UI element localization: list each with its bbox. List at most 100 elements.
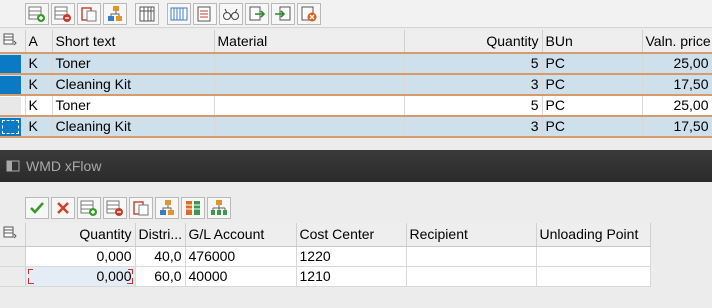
cell-price[interactable]: 17,50 — [642, 74, 712, 96]
export-icon — [249, 6, 266, 20]
table-row[interactable]: K Cleaning Kit 3 PC 17,50 — [0, 74, 712, 96]
append-row-button[interactable] — [25, 2, 49, 25]
cell-short-text[interactable]: Toner — [52, 53, 215, 75]
copy-row-button[interactable] — [77, 2, 101, 25]
table-row[interactable]: K Cleaning Kit 3 PC 17,50 — [0, 116, 712, 138]
cell-price[interactable]: 17,50 — [642, 116, 712, 138]
layout-menu-button[interactable] — [0, 223, 26, 247]
cell-a[interactable]: K — [25, 116, 53, 138]
row-selector[interactable] — [0, 95, 26, 117]
cell-quantity[interactable]: 3 — [404, 74, 543, 96]
distribute-button[interactable] — [207, 197, 231, 219]
col-header-material[interactable]: Material — [214, 30, 405, 54]
append-row-button[interactable] — [77, 197, 101, 219]
account-table: Quantity Distri... G/L Account Cost Cent… — [0, 223, 651, 287]
cell-quantity-focused[interactable]: 0,000 — [25, 266, 136, 287]
copy-row-icon — [133, 201, 149, 216]
row-selector[interactable] — [0, 116, 26, 138]
insert-tree-button[interactable] — [155, 197, 179, 219]
confirm-button[interactable] — [25, 197, 49, 219]
cell-bun[interactable]: PC — [542, 95, 643, 117]
section-bar[interactable]: WMD xFlow — [0, 150, 712, 182]
cell-distribution[interactable]: 60,0 — [135, 266, 186, 287]
cell-short-text[interactable]: Cleaning Kit — [52, 74, 215, 96]
table-row[interactable]: 0,000 40,0 476000 1220 — [0, 246, 651, 267]
col-header-gl-account[interactable]: G/L Account — [185, 223, 297, 247]
append-row-icon — [28, 6, 45, 22]
copy-row-button[interactable] — [129, 197, 153, 219]
table-row[interactable]: K Toner 5 PC 25,00 — [0, 53, 712, 75]
cell-bun[interactable]: PC — [542, 116, 643, 138]
columns-icon — [186, 201, 200, 215]
section-title: WMD xFlow — [26, 158, 102, 174]
col-header-price[interactable]: Valn. price — [642, 30, 712, 54]
cell-quantity-value: 0,000 — [96, 267, 132, 284]
copy-row-icon — [81, 6, 97, 21]
col-header-quantity[interactable]: Quantity — [404, 30, 543, 54]
cell-quantity[interactable]: 5 — [404, 95, 543, 117]
cell-distribution[interactable]: 40,0 — [135, 246, 186, 267]
append-row-icon — [80, 200, 97, 216]
item-toolbar — [0, 0, 712, 28]
cell-a[interactable]: K — [25, 53, 53, 75]
import-button[interactable] — [271, 2, 295, 25]
cell-material[interactable] — [214, 53, 405, 75]
delete-row-icon — [106, 200, 123, 216]
delete-row-button[interactable] — [51, 2, 75, 25]
cell-quantity[interactable]: 3 — [404, 116, 543, 138]
table-row[interactable]: K Toner 5 PC 25,00 — [0, 95, 712, 117]
cell-material[interactable] — [214, 95, 405, 117]
layout-menu-button[interactable] — [0, 30, 26, 54]
cell-price[interactable]: 25,00 — [642, 53, 712, 75]
columns-button[interactable] — [181, 197, 205, 219]
cell-short-text[interactable]: Toner — [52, 95, 215, 117]
cell-recipient[interactable] — [406, 266, 537, 287]
account-toolbar — [0, 194, 231, 222]
cell-a[interactable]: K — [25, 95, 53, 117]
row-selector[interactable] — [0, 246, 26, 267]
col-header-quantity[interactable]: Quantity — [25, 223, 136, 247]
distribute-icon — [211, 200, 227, 215]
insert-tree-button[interactable] — [103, 2, 127, 25]
col-header-cost-center[interactable]: Cost Center — [296, 223, 407, 247]
col-header-recipient[interactable]: Recipient — [406, 223, 537, 247]
items-header-row: A Short text Material Quantity BUn Valn.… — [0, 30, 712, 54]
cell-material[interactable] — [214, 74, 405, 96]
cell-short-text[interactable]: Cleaning Kit — [52, 116, 215, 138]
cell-recipient[interactable] — [406, 246, 537, 267]
row-selector[interactable] — [0, 53, 26, 75]
find-button[interactable] — [219, 2, 243, 25]
cell-gl-account[interactable]: 476000 — [185, 246, 297, 267]
remove-button[interactable] — [297, 2, 321, 25]
row-selector[interactable] — [0, 74, 26, 96]
details-button[interactable] — [193, 2, 217, 25]
col-header-distribution[interactable]: Distri... — [135, 223, 186, 247]
cell-quantity[interactable]: 5 — [404, 53, 543, 75]
row-selector[interactable] — [0, 266, 26, 287]
cell-unloading-point[interactable] — [536, 266, 651, 287]
col-header-a[interactable]: A — [25, 30, 53, 54]
cell-price[interactable]: 25,00 — [642, 95, 712, 117]
cell-bun[interactable]: PC — [542, 53, 643, 75]
table-row[interactable]: 0,000 60,0 40000 1210 — [0, 266, 651, 287]
cell-unloading-point[interactable] — [536, 246, 651, 267]
cell-gl-account[interactable]: 40000 — [185, 266, 297, 287]
account-header-row: Quantity Distri... G/L Account Cost Cent… — [0, 223, 651, 247]
delete-row-button[interactable] — [103, 197, 127, 219]
cell-cost-center[interactable]: 1220 — [296, 246, 407, 267]
cell-bun[interactable]: PC — [542, 74, 643, 96]
layout-icon — [3, 33, 17, 45]
col-header-unloading-point[interactable]: Unloading Point — [536, 223, 651, 247]
cell-cost-center[interactable]: 1210 — [296, 266, 407, 287]
export-button[interactable] — [245, 2, 269, 25]
cell-material[interactable] — [214, 116, 405, 138]
col-header-short-text[interactable]: Short text — [52, 30, 215, 54]
collapse-icon — [6, 160, 20, 172]
col-header-bun[interactable]: BUn — [542, 30, 643, 54]
insert-tree-icon — [160, 200, 174, 215]
cell-quantity[interactable]: 0,000 — [25, 246, 136, 267]
cell-a[interactable]: K — [25, 74, 53, 96]
cancel-button[interactable] — [51, 197, 75, 219]
columns-button[interactable] — [167, 2, 191, 25]
spreadsheet-button[interactable] — [135, 2, 159, 25]
